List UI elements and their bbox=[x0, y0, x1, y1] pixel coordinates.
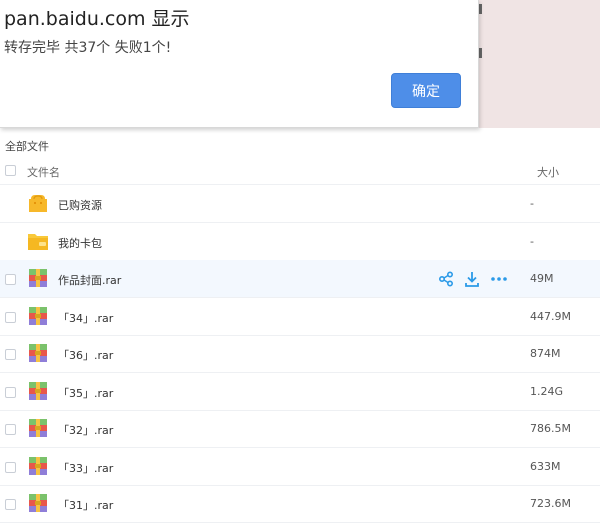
file-row[interactable]: 「36」.rar 874M bbox=[0, 335, 600, 373]
rar-archive-icon bbox=[27, 381, 49, 401]
file-row[interactable]: 「35」.rar 1.24G bbox=[0, 373, 600, 411]
file-name-link[interactable]: 「35」.rar bbox=[58, 385, 113, 401]
select-all-checkbox[interactable] bbox=[5, 165, 16, 176]
alert-dialog: pan.baidu.com 显示 转存完毕 共37个 失败1个! 确定 bbox=[0, 0, 479, 128]
file-row[interactable]: 已购资源 - bbox=[0, 185, 600, 223]
rar-archive-icon bbox=[27, 456, 49, 476]
file-name-link[interactable]: 「34」.rar bbox=[58, 310, 113, 326]
file-size: - bbox=[530, 234, 534, 248]
row-checkbox[interactable] bbox=[5, 461, 16, 473]
row-checkbox[interactable] bbox=[5, 274, 16, 285]
file-row[interactable]: 「32」.rar 786.5M bbox=[0, 410, 600, 448]
file-size: 447.9M bbox=[530, 309, 571, 323]
background-page-strip bbox=[478, 0, 600, 128]
rar-archive-icon bbox=[27, 268, 49, 288]
row-checkbox[interactable] bbox=[5, 424, 16, 435]
row-checkbox[interactable] bbox=[5, 311, 16, 323]
rar-archive-icon bbox=[27, 493, 49, 513]
file-name-link[interactable]: 我的卡包 bbox=[58, 235, 102, 251]
file-size: 633M bbox=[530, 459, 561, 473]
file-size: 874M bbox=[530, 347, 561, 360]
file-size: 723.6M bbox=[530, 497, 571, 510]
file-name-link[interactable]: 「32」.rar bbox=[58, 422, 113, 438]
row-actions bbox=[438, 271, 508, 287]
file-name-link[interactable]: 已购资源 bbox=[58, 197, 102, 213]
file-row[interactable]: 「31」.rar 723.6M bbox=[0, 485, 600, 523]
rar-archive-icon bbox=[27, 418, 49, 438]
file-size: 786.5M bbox=[530, 422, 571, 435]
file-name-link[interactable]: 「36」.rar bbox=[58, 347, 113, 363]
download-icon[interactable] bbox=[464, 271, 482, 287]
file-name-link[interactable]: 作品封面.rar bbox=[58, 272, 121, 288]
rar-archive-icon bbox=[27, 306, 49, 326]
dialog-message: 转存完毕 共37个 失败1个! bbox=[4, 40, 172, 56]
file-row[interactable]: 我的卡包 - bbox=[0, 223, 600, 261]
file-row[interactable]: 「33」.rar 633M bbox=[0, 448, 600, 486]
column-header-name[interactable]: 文件名 bbox=[27, 164, 60, 180]
share-icon[interactable] bbox=[438, 271, 456, 287]
file-name-link[interactable]: 「31」.rar bbox=[58, 497, 113, 513]
row-checkbox[interactable] bbox=[5, 349, 16, 360]
file-row[interactable]: 「34」.rar 447.9M bbox=[0, 298, 600, 336]
file-list-header: 文件名 大小 bbox=[0, 156, 600, 185]
file-size: 49M bbox=[530, 272, 554, 285]
file-size: - bbox=[530, 197, 534, 210]
dialog-title: pan.baidu.com 显示 bbox=[4, 8, 190, 30]
confirm-button[interactable]: 确定 bbox=[391, 73, 461, 108]
file-row[interactable]: 作品封面.rar 49M bbox=[0, 260, 600, 298]
column-header-size[interactable]: 大小 bbox=[537, 164, 559, 180]
purchased-folder-icon bbox=[27, 193, 49, 213]
file-size: 1.24G bbox=[530, 384, 564, 398]
file-name-link[interactable]: 「33」.rar bbox=[58, 460, 113, 476]
row-checkbox[interactable] bbox=[5, 386, 16, 398]
card-wallet-folder-icon bbox=[27, 231, 49, 251]
rar-archive-icon bbox=[27, 343, 49, 363]
more-icon[interactable] bbox=[490, 271, 508, 287]
breadcrumb[interactable]: 全部文件 bbox=[5, 138, 49, 154]
